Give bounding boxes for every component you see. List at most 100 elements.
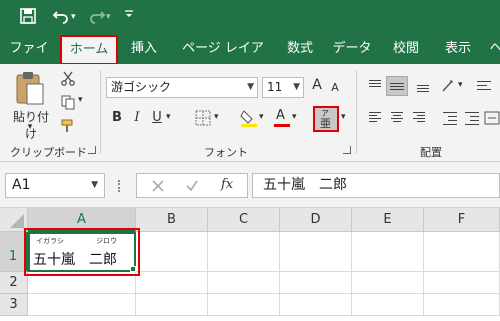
formula-input[interactable]: 五十嵐 二郎 [252,173,500,198]
italic-button[interactable]: I [130,110,144,125]
column-header-c[interactable]: C [208,208,280,232]
borders-icon[interactable] [194,110,212,126]
clipboard-launcher-icon[interactable] [88,146,96,154]
worksheet-grid: A B C D E F 1 2 3 イガラシ ジロウ 五十嵐 二郎 [0,208,500,321]
font-name-value: 游ゴシック [111,80,172,94]
orientation-icon[interactable] [440,78,458,94]
font-name-select[interactable]: 游ゴシック ▼ [106,77,258,98]
cut-icon[interactable] [60,70,76,86]
column-header-e[interactable]: E [352,208,424,232]
format-painter-icon[interactable] [60,118,76,134]
tab-formulas[interactable]: 数式 [282,34,318,64]
cell-a3[interactable] [28,294,136,316]
tab-page-layout[interactable]: ページ レイアウト [176,34,270,86]
align-left-icon[interactable] [366,110,384,126]
grow-font-button[interactable]: A [310,77,324,93]
clipboard-group-label: クリップボード [10,146,87,159]
ribbon-separator [100,70,101,154]
name-box-value: A1 [12,177,31,193]
undo-icon[interactable] [52,8,70,26]
tab-home[interactable]: ホーム [60,35,118,65]
copy-icon[interactable] [60,94,76,110]
orientation-dropdown-icon[interactable]: ▾ [458,80,463,90]
ribbon-separator [356,70,357,154]
chevron-down-icon: ▼ [247,82,254,92]
wrap-text-icon[interactable] [474,78,492,94]
tab-file[interactable]: ファイル [8,34,50,86]
font-group-label: フォント [204,146,248,159]
font-color-dropdown-icon[interactable]: ▾ [292,112,297,122]
customize-qat-icon[interactable] [124,8,134,26]
column-header-b[interactable]: B [136,208,208,232]
align-bottom-icon[interactable] [414,78,432,94]
cell-b2[interactable] [136,272,208,294]
align-middle-icon[interactable] [386,76,408,96]
font-color-letter: A [276,108,285,123]
enter-check-icon[interactable] [185,178,199,197]
highlight-box [24,228,140,276]
cell-e2[interactable] [352,272,424,294]
alignment-group-label: 配置 [420,146,442,159]
cell-d1[interactable] [280,232,352,272]
quick-access-toolbar: ▾ ▾ [0,0,500,34]
font-color-swatch [274,124,290,127]
align-top-icon[interactable] [366,78,384,94]
paste-icon[interactable] [14,70,48,108]
cell-d2[interactable] [280,272,352,294]
increase-indent-icon[interactable] [462,110,480,126]
font-size-select[interactable]: 11 ▼ [262,77,304,98]
phonetic-guide-button[interactable]: ア 亜 [313,106,339,132]
tab-data[interactable]: データ [332,34,372,64]
copy-dropdown-icon[interactable]: ▾ [78,95,83,105]
formula-buttons: fx [136,173,248,198]
row-header-3[interactable]: 3 [0,294,28,316]
undo-dropdown-icon[interactable]: ▾ [71,8,76,26]
align-right-icon[interactable] [410,110,428,126]
chevron-down-icon: ▼ [293,82,300,92]
fill-color-icon[interactable] [240,108,258,128]
phonetic-base-text: 亜 [320,117,331,130]
shrink-font-button[interactable]: A [328,81,342,94]
borders-dropdown-icon[interactable]: ▾ [214,112,219,122]
tab-more[interactable]: ヘ [486,34,500,64]
cell-c2[interactable] [208,272,280,294]
redo-icon[interactable] [88,8,106,26]
tab-view[interactable]: 表示 [440,34,476,64]
cell-c1[interactable] [208,232,280,272]
column-header-d[interactable]: D [280,208,352,232]
tab-review[interactable]: 校閲 [388,34,424,64]
phonetic-dropdown-icon[interactable]: ▾ [341,112,346,122]
font-launcher-icon[interactable] [343,146,351,154]
cell-b3[interactable] [136,294,208,316]
save-icon[interactable] [20,8,36,26]
underline-button[interactable]: U [150,110,164,125]
cell-c3[interactable] [208,294,280,316]
fill-color-dropdown-icon[interactable]: ▾ [259,112,264,122]
name-box[interactable]: A1 ▼ [5,173,105,198]
cell-b1[interactable] [136,232,208,272]
formula-bar-area: A1 ▼ fx 五十嵐 二郎 [0,162,500,208]
decrease-indent-icon[interactable] [440,110,458,126]
chevron-down-icon: ▼ [91,180,98,190]
redo-dropdown-icon[interactable]: ▾ [106,8,111,26]
tab-insert[interactable]: 挿入 [126,34,162,64]
bold-button[interactable]: B [110,110,124,125]
merge-center-icon[interactable] [484,110,500,126]
cell-f2[interactable] [424,272,500,294]
cell-f3[interactable] [424,294,500,316]
paste-dropdown-icon[interactable]: ▾ [24,122,36,132]
cell-d3[interactable] [280,294,352,316]
underline-dropdown-icon[interactable]: ▾ [166,112,171,122]
column-header-f[interactable]: F [424,208,500,232]
font-size-value: 11 [267,80,283,94]
insert-function-button[interactable]: fx [221,177,233,192]
namebox-splitter[interactable] [118,180,121,192]
cancel-icon[interactable] [151,178,165,197]
cell-e1[interactable] [352,232,424,272]
ribbon: 貼り付け ▾ ▾ クリップボード 游ゴシック ▼ 11 ▼ A A B I U … [0,64,500,162]
cell-f1[interactable] [424,232,500,272]
font-color-button[interactable]: A [274,108,290,128]
ribbon-tabs: ファイル ホーム 挿入 ページ レイアウト 数式 データ 校閲 表示 ヘ [0,34,500,86]
align-center-icon[interactable] [388,110,406,126]
cell-e3[interactable] [352,294,424,316]
